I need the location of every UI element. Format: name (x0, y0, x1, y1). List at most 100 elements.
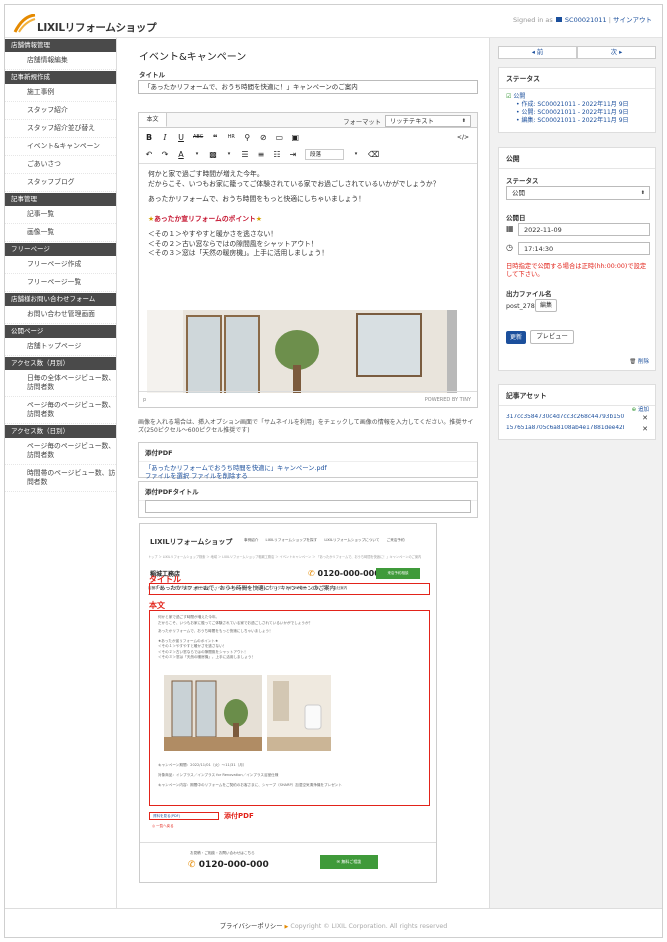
element-path: p (143, 397, 147, 403)
body-line-3: あったかリフォームで、おうち時間をもっと快適にしちゃいましょう！ (148, 195, 366, 203)
page-footer: プライバシーポリシー ▶ Copyright © LIXIL Corporati… (5, 908, 662, 937)
undo-icon[interactable]: ↶ (145, 150, 153, 159)
align-right-icon[interactable]: ☷ (273, 150, 281, 159)
powered-by[interactable]: POWERED BY TINY (425, 397, 471, 403)
sidebar-item-monthly-daily[interactable]: 日毎の全体ページビュー数、訪問者数 (5, 370, 116, 397)
pdf-title-label: 添付PDFタイトル (139, 482, 477, 501)
publish-time-input[interactable]: 17:14:30 (518, 242, 650, 255)
sidebar-item-contact-admin[interactable]: お問い合わせ管理画面 (5, 306, 116, 324)
preview-title: 「あったかリフォームで、おうち時間を快適に！」キャンペーンのご案内 (149, 583, 430, 595)
asset-item-2[interactable]: 157651a8705c6a8108ab4e17881dee42b0a93... (506, 425, 624, 431)
logo-swoosh-icon (13, 13, 36, 33)
italic-icon[interactable]: I (161, 133, 169, 142)
pdf-label: 添付PDF (139, 443, 477, 462)
published-checkbox-icon[interactable]: ☑ (506, 93, 511, 100)
prev-button[interactable]: ◂ 前 (498, 46, 577, 59)
privacy-link[interactable]: プライバシーポリシー (220, 923, 283, 930)
signout-link[interactable]: サインアウト (613, 16, 652, 24)
preview-b2: だからこそ、いつもお家に籠ってご体験されている家でお過ごしされているいかがでしょ… (158, 620, 313, 625)
editor-room-image[interactable] (147, 310, 457, 393)
preview-footer-button-label: 無料ご相談 (341, 859, 362, 864)
editor-content[interactable]: 何かと家で過ごす時間が増えた今年。 だからこそ、いつもお家に籠ってご体験されている… (139, 163, 477, 393)
account-link[interactable]: SC00021011 (565, 16, 607, 24)
logo-text: LIXILリフォームショップ (37, 22, 157, 34)
point-item-3: ＜その３＞窓は「天然の暖房機」。上手に活用しましょう！ (148, 249, 329, 257)
sidebar-item-events[interactable]: イベント&キャンペーン (5, 138, 116, 156)
sidebar-item-daily-page[interactable]: ページ毎のページビュー数、訪問者数 (5, 438, 116, 465)
editor-statusbar: p POWERED BY TINY (139, 391, 477, 407)
file-icon[interactable]: ▭ (275, 133, 283, 142)
publish-status-value: 公開 (512, 189, 525, 197)
sidebar-item-free-create[interactable]: フリーページ作成 (5, 256, 116, 274)
sidebar-item-blog[interactable]: スタッフブログ (5, 174, 116, 192)
align-left-icon[interactable]: ☰ (241, 150, 249, 159)
paragraph-dropdown-icon[interactable]: ▾ (352, 151, 360, 157)
text-color-dropdown-icon[interactable]: ▾ (193, 151, 201, 157)
align-center-icon[interactable]: ≡ (257, 150, 265, 159)
clear-format-icon[interactable]: ⌫ (368, 150, 379, 159)
bg-color-dropdown-icon[interactable]: ▾ (225, 151, 233, 157)
sidebar-item-greeting[interactable]: ごあいさつ (5, 156, 116, 174)
indent-icon[interactable]: ⇥ (289, 150, 297, 159)
sidebar-section-free: フリーページ (5, 243, 116, 256)
image-hint: 画像を入れる場合は、挿入オプション画面で「サムネイルを利用」をチェックして画像の… (138, 419, 474, 434)
next-button[interactable]: 次 ▸ (577, 46, 656, 59)
output-file-value: post_278 (506, 303, 535, 310)
text-color-icon[interactable]: A (177, 150, 185, 159)
point-heading: あったか宣リフォームのポイント (154, 214, 256, 223)
sidebar-item-free-list[interactable]: フリーページ一覧 (5, 274, 116, 292)
sidebar-section-store: 店舗情報管理 (5, 39, 116, 52)
publish-date-input[interactable]: 2022-11-09 (518, 223, 650, 236)
sidebar-item-daily-hour[interactable]: 時間帯のページビュー数、訪問者数 (5, 465, 116, 492)
file-edit-button[interactable]: 編集 (535, 299, 557, 312)
pdf-actions[interactable]: ファイルを選択 ファイルを削除する (145, 473, 248, 480)
format-select[interactable]: リッチテキスト ⬍ (385, 115, 471, 127)
underline-icon[interactable]: U (177, 133, 185, 142)
lixil-logo[interactable]: LIXILリフォームショップ (13, 13, 157, 34)
sidebar-item-post-list[interactable]: 記事一覧 (5, 206, 116, 224)
sidebar: 店舗情報管理 店舗情報編集 記事新規作成 施工事例 スタッフ紹介 スタッフ紹介並… (5, 38, 117, 937)
update-button[interactable]: 更新 (506, 331, 526, 344)
image-icon[interactable]: ▣ (291, 133, 299, 142)
redo-icon[interactable]: ↷ (161, 150, 169, 159)
title-input[interactable]: 「あったかリフォームで、おうち時間を快適に！」キャンペーンのご案内 (138, 80, 478, 94)
asset-remove-1-icon[interactable]: ✕ (642, 414, 648, 422)
right-panel: ◂ 前 次 ▸ ステータス ☑ 公開 • 作成: SC00021011 - 20… (489, 38, 662, 908)
sidebar-section-daily: アクセス数（日別） (5, 425, 116, 438)
publish-status-select[interactable]: 公開 ⬍ (506, 186, 650, 200)
bg-color-icon[interactable]: ▩ (209, 150, 217, 159)
paragraph-select[interactable]: 段落 (305, 148, 345, 160)
preview-pdf-label: 添付PDF (224, 812, 254, 820)
pdf-title-input[interactable] (145, 500, 471, 513)
sidebar-item-staff[interactable]: スタッフ紹介 (5, 102, 116, 120)
sidebar-item-staff-order[interactable]: スタッフ紹介並び替え (5, 120, 116, 138)
sidebar-item-store-edit[interactable]: 店舗情報編集 (5, 52, 116, 70)
sidebar-item-image-list[interactable]: 画像一覧 (5, 224, 116, 242)
horizontal-rule-icon[interactable]: HR (227, 134, 235, 140)
unlink-icon[interactable]: ⊘ (259, 133, 267, 142)
preview-content: キャンペーン内容：期間中のリフォームをご契約のお客さまに、シャープ（SHARP）… (158, 783, 342, 787)
preview-button[interactable]: プレビュー (530, 330, 574, 344)
pdf-file-link[interactable]: 「あったかリフォームでおうち時間を快適に」キャンペーン.pdf (145, 465, 327, 472)
code-view-icon[interactable]: </> (457, 134, 469, 141)
pdf-box: 添付PDF 「あったかリフォームでおうち時間を快適に」キャンペーン.pdf ファイ… (138, 442, 478, 480)
tab-body[interactable]: 本文 (139, 113, 167, 127)
bold-icon[interactable]: B (145, 133, 153, 142)
sidebar-item-cases[interactable]: 施工事例 (5, 84, 116, 102)
blockquote-icon[interactable]: ❝ (211, 133, 219, 142)
asset-remove-2-icon[interactable]: ✕ (642, 425, 648, 433)
strikethrough-icon[interactable]: ABC (193, 134, 203, 140)
prev-next-nav: ◂ 前 次 ▸ (498, 46, 656, 59)
sidebar-item-store-top[interactable]: 店舗トップページ (5, 338, 116, 356)
preview-logo: LIXILリフォームショップ (150, 538, 233, 546)
sidebar-item-monthly-page[interactable]: ページ毎のページビュー数、訪問者数 (5, 397, 116, 424)
asset-item-1[interactable]: 317cc3584730c4d7cc3c268c44793b15019d3... (506, 414, 624, 420)
privacy-arrow-icon: ▶ (284, 924, 289, 930)
link-icon[interactable]: ⚲ (243, 133, 251, 142)
delete-link[interactable]: 🗑 削除 (629, 357, 649, 365)
status-edited-text: 編集: SC00021011 - 2022年11月 9日 (521, 117, 629, 124)
preview-phone-number: 0120-000-000 (317, 569, 380, 578)
preview-footer-button: ✉ 無料ご相談 (320, 855, 378, 869)
asset-add-link[interactable]: ⊕ 追加 (632, 405, 649, 413)
status-title: ステータス (499, 68, 655, 89)
